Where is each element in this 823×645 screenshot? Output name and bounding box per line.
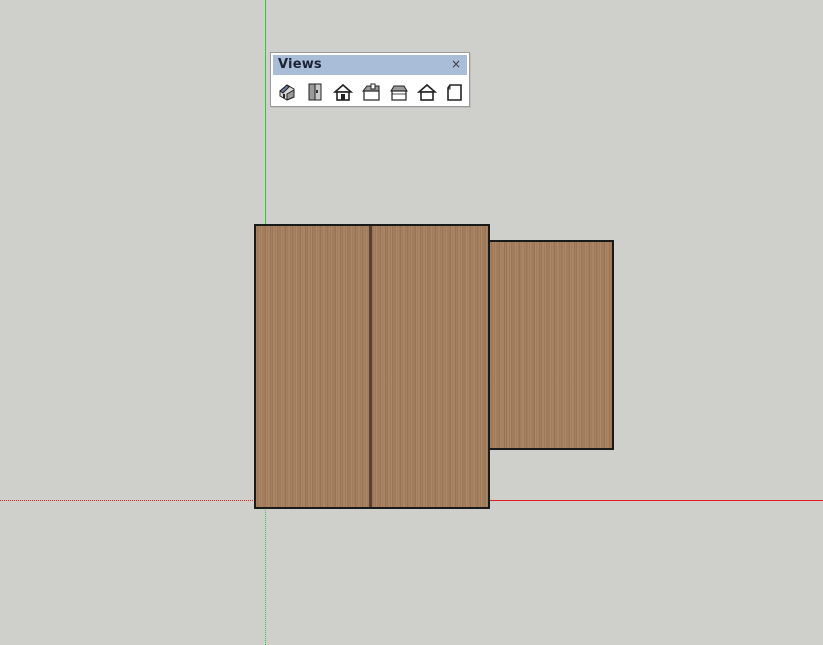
red-axis-positive — [490, 500, 823, 501]
views-toolbar[interactable]: Views × — [270, 52, 470, 107]
red-axis-negative — [0, 500, 255, 501]
top-view-button[interactable] — [304, 81, 326, 103]
views-toolbar-titlebar[interactable]: Views × — [273, 55, 467, 75]
left-view-button[interactable] — [416, 81, 438, 103]
iso-view-button[interactable] — [276, 81, 298, 103]
bottom-view-icon — [447, 84, 462, 101]
model-face-right[interactable] — [488, 240, 614, 450]
green-axis-negative — [265, 508, 266, 645]
left-house-icon — [417, 83, 437, 101]
top-view-icon — [308, 83, 322, 101]
views-toolbar-title: Views — [278, 57, 322, 72]
iso-house-icon — [279, 84, 295, 101]
modeling-viewport[interactable]: Views × — [0, 0, 823, 645]
green-axis-positive — [265, 0, 266, 225]
model-edge-seam[interactable] — [369, 226, 372, 507]
close-icon[interactable]: × — [449, 56, 463, 72]
model-face-middle[interactable] — [369, 224, 490, 509]
views-toolbar-buttons — [276, 81, 466, 103]
bottom-view-button[interactable] — [444, 81, 466, 103]
model-face-left[interactable] — [254, 224, 372, 509]
back-view-button[interactable] — [388, 81, 410, 103]
right-view-button[interactable] — [360, 81, 382, 103]
back-house-icon — [390, 85, 408, 101]
front-house-icon — [333, 83, 353, 101]
front-view-button[interactable] — [332, 81, 354, 103]
right-house-icon — [361, 83, 380, 101]
